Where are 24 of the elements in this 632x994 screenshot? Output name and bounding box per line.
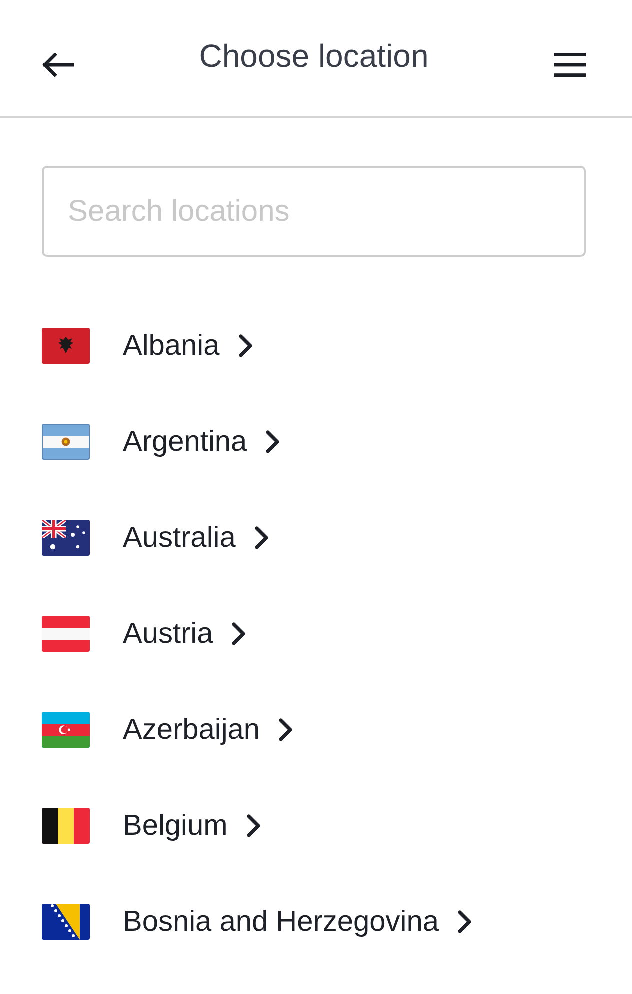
back-arrow-icon[interactable] bbox=[42, 53, 74, 77]
menu-icon[interactable] bbox=[554, 53, 586, 77]
location-item[interactable]: Albania bbox=[42, 328, 254, 364]
azerbaijan-flag-icon bbox=[42, 712, 90, 748]
chevron-right-icon bbox=[238, 334, 254, 358]
australia-flag-icon bbox=[42, 520, 90, 556]
location-item[interactable]: Argentina bbox=[42, 424, 282, 460]
location-item[interactable]: Belgium bbox=[42, 808, 262, 844]
location-item[interactable]: Azerbaijan bbox=[42, 712, 294, 748]
chevron-right-icon bbox=[265, 430, 282, 454]
location-item[interactable]: Australia bbox=[42, 520, 270, 556]
chevron-right-icon bbox=[278, 718, 294, 742]
argentina-flag-icon bbox=[42, 424, 90, 460]
chevron-right-icon bbox=[246, 814, 262, 838]
page-title: Choose location bbox=[199, 38, 429, 74]
chevron-right-icon bbox=[231, 622, 248, 646]
location-item[interactable]: Bosnia and Herzegovina bbox=[42, 904, 473, 940]
belgium-flag-icon bbox=[42, 808, 90, 844]
austria-flag-icon bbox=[42, 616, 90, 652]
chevron-right-icon bbox=[456, 910, 473, 934]
location-item[interactable]: Austria bbox=[42, 616, 248, 652]
albania-flag-icon bbox=[42, 328, 90, 364]
bosnia-flag-icon bbox=[42, 904, 90, 940]
chevron-right-icon bbox=[254, 526, 270, 550]
